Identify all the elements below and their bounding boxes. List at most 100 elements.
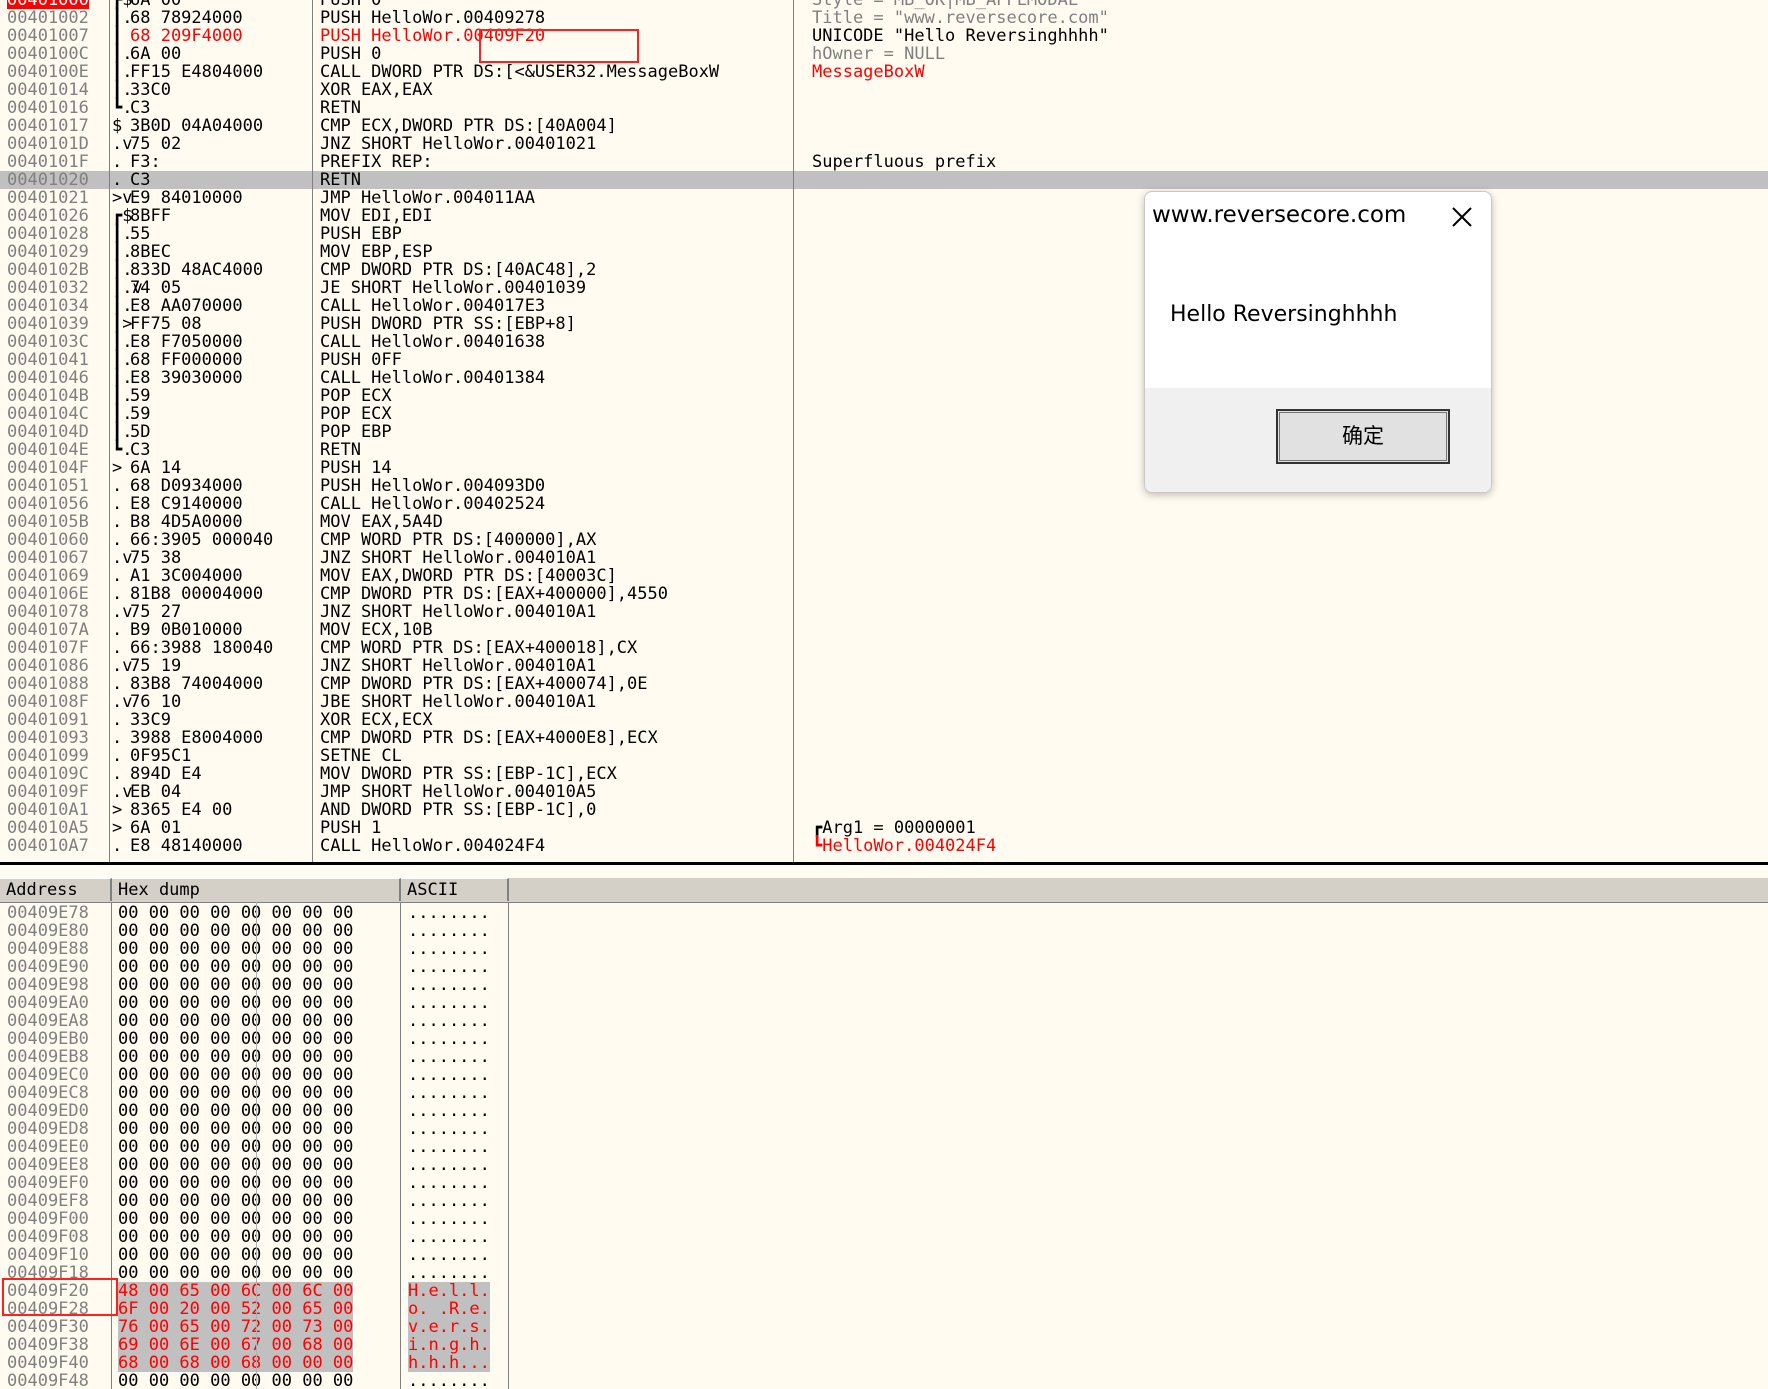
dump-row[interactable]: 00409E90 00 00 00 00 00 00 00 00........ xyxy=(0,958,1768,976)
dump-row[interactable]: 00409F28 6F 00 20 00 52 00 65 00 o. .R.e. xyxy=(0,1300,1768,1318)
close-icon[interactable] xyxy=(1445,200,1479,234)
disasm-row[interactable]: 0040100E ┃. FF15 E4804000 CALL DWORD PTR DS… xyxy=(0,63,1768,81)
disasm-row[interactable]: 0040106E. 81B8 00004000 CMP DWORD PTR DS:[… xyxy=(0,585,1768,603)
dump-row[interactable]: 00409E80 00 00 00 00 00 00 00 00........ xyxy=(0,922,1768,940)
dump-hex: 00 00 00 00 00 00 00 00 xyxy=(118,1227,354,1247)
dump-row[interactable]: 00409ED0 00 00 00 00 00 00 00 00........ xyxy=(0,1102,1768,1120)
header-address[interactable]: Address xyxy=(0,878,112,901)
disasm-hex: 68 D0934000 xyxy=(130,476,243,496)
disasm-row[interactable]: 00401060. 66:3905 000040 CMP WORD PTR DS:[… xyxy=(0,531,1768,549)
disasm-row[interactable]: 0040104F >6A 14 PUSH 14 xyxy=(0,459,1768,477)
disasm-row[interactable]: 0040104D ┃. 5D POP EBP xyxy=(0,423,1768,441)
disasm-address: 00401051 xyxy=(7,476,89,496)
disasm-row[interactable]: 0040101F. F3: PREFIX REP: Superfluous prefi… xyxy=(0,153,1768,171)
disasm-row[interactable]: 0040109C. 894D E4 MOV DWORD PTR SS:[EBP-1C… xyxy=(0,765,1768,783)
disasm-row[interactable]: 0040101D .v 75 02 JNZ SHORT HelloWor.004010… xyxy=(0,135,1768,153)
disasm-row[interactable]: 00401056. E8 C9140000 CALL HelloWor.004025… xyxy=(0,495,1768,513)
dump-row[interactable]: 00409EF0 00 00 00 00 00 00 00 00........ xyxy=(0,1174,1768,1192)
disasm-row[interactable]: 00401086 .v 75 19 JNZ SHORT HelloWor.004010… xyxy=(0,657,1768,675)
disasm-row[interactable]: 00401041 ┃. 68 FF000000 PUSH 0FF xyxy=(0,351,1768,369)
disasm-row[interactable]: 00401032 ┃.v 74 05 JE SHORT HelloWor.004010… xyxy=(0,279,1768,297)
disasm-row[interactable]: 0040103C ┃. E8 F7050000 CALL HelloWor.00401… xyxy=(0,333,1768,351)
dump-hex: 00 00 00 00 00 00 00 00 xyxy=(118,1029,354,1049)
disasm-address: 00401078 xyxy=(7,602,89,622)
disasm-row[interactable]: 00401016 ┗. C3 RETN xyxy=(0,99,1768,117)
dump-row[interactable]: 00409EB8 00 00 00 00 00 00 00 00........ xyxy=(0,1048,1768,1066)
disasm-row[interactable]: 00401088. 83B8 74004000 CMP DWORD PTR DS:[… xyxy=(0,675,1768,693)
dump-row[interactable]: 00409EB0 00 00 00 00 00 00 00 00........ xyxy=(0,1030,1768,1048)
disasm-row[interactable]: 00401093. 3988 E8004000 CMP DWORD PTR DS:[… xyxy=(0,729,1768,747)
hex-dump-pane[interactable]: Address Hex dump ASCII 00409E78 00 00 00 … xyxy=(0,878,1768,1389)
disasm-row[interactable]: 0040109F .v EB 04 JMP SHORT HelloWor.004010… xyxy=(0,783,1768,801)
disasm-row[interactable]: 0040104C ┃. 59 POP ECX xyxy=(0,405,1768,423)
dump-address: 00409ED0 xyxy=(7,1101,89,1121)
disasm-row[interactable]: 00401091. 33C9 XOR ECX,ECX xyxy=(0,711,1768,729)
disasm-row[interactable]: 0040102B ┃. 833D 48AC4000 CMP DWORD PTR DS:… xyxy=(0,261,1768,279)
disasm-row[interactable]: 00401067 .v 75 38 JNZ SHORT HelloWor.004010… xyxy=(0,549,1768,567)
disasm-row[interactable]: 0040105B. B8 4D5A0000 MOV EAX,5A4D xyxy=(0,513,1768,531)
dump-row[interactable]: 00409EE0 00 00 00 00 00 00 00 00........ xyxy=(0,1138,1768,1156)
dump-row[interactable]: 00409E78 00 00 00 00 00 00 00 00........ xyxy=(0,904,1768,922)
dump-row[interactable]: 00409F40 68 00 68 00 68 00 00 00 h.h.h... xyxy=(0,1354,1768,1372)
disasm-row[interactable]: 00401099. 0F95C1 SETNE CL xyxy=(0,747,1768,765)
disasm-address: 0040107F xyxy=(7,638,89,658)
disasm-marker: . xyxy=(112,620,123,640)
dump-row[interactable]: 00409F00 00 00 00 00 00 00 00 00........ xyxy=(0,1210,1768,1228)
dump-row[interactable]: 00409F38 69 00 6E 00 67 00 68 00 i.n.g.h. xyxy=(0,1336,1768,1354)
disasm-row[interactable]: 00401078 .v 75 27 JNZ SHORT HelloWor.004010… xyxy=(0,603,1768,621)
dump-row[interactable]: 00409F08 00 00 00 00 00 00 00 00........ xyxy=(0,1228,1768,1246)
disasm-row[interactable]: 0040107F. 66:3988 180040 CMP WORD PTR DS:[… xyxy=(0,639,1768,657)
dump-row[interactable]: 00409EF8 00 00 00 00 00 00 00 00........ xyxy=(0,1192,1768,1210)
pane-splitter[interactable] xyxy=(0,862,1768,865)
disasm-row[interactable]: 00401021 >v E9 84010000 JMP HelloWor.004011… xyxy=(0,189,1768,207)
dump-row[interactable]: 00409F20 48 00 65 00 6C 00 6C 00 H.e.l.l. xyxy=(0,1282,1768,1300)
disassembly-pane[interactable]: 00401000 ┏$ 6A 00 PUSH 0 Style = MB_OK|MB_AP… xyxy=(0,0,1768,862)
dump-row[interactable]: 00409EA0 00 00 00 00 00 00 00 00........ xyxy=(0,994,1768,1012)
dump-row[interactable]: 00409EE8 00 00 00 00 00 00 00 00........ xyxy=(0,1156,1768,1174)
disasm-row[interactable]: 00401026 ┏$ 8BFF MOV EDI,EDI xyxy=(0,207,1768,225)
disasm-row[interactable]: 0040108F .v 76 10 JBE SHORT HelloWor.004010… xyxy=(0,693,1768,711)
disasm-row[interactable]: 0040104B ┃. 59 POP ECX xyxy=(0,387,1768,405)
disasm-row[interactable]: 00401069. A1 3C004000 MOV EAX,DWORD PTR DS… xyxy=(0,567,1768,585)
header-hex-dump[interactable]: Hex dump xyxy=(112,878,401,901)
header-ascii[interactable]: ASCII xyxy=(401,878,509,901)
disasm-row[interactable]: 00401028 ┃. 55 PUSH EBP xyxy=(0,225,1768,243)
disasm-marker: . xyxy=(112,836,123,856)
dump-row[interactable]: 00409EC8 00 00 00 00 00 00 00 00........ xyxy=(0,1084,1768,1102)
disasm-row[interactable]: 00401039 ┃> FF75 08 PUSH DWORD PTR SS:[EBP+… xyxy=(0,315,1768,333)
dump-hex: 00 00 00 00 00 00 00 00 xyxy=(118,993,354,1013)
dump-row[interactable]: 00409F18 00 00 00 00 00 00 00 00........ xyxy=(0,1264,1768,1282)
disasm-row[interactable]: 00401046 ┃. E8 39030000 CALL HelloWor.00401… xyxy=(0,369,1768,387)
disasm-row[interactable]: 00401007 ┃ 68 209F4000 PUSH HelloWor.00409F… xyxy=(0,27,1768,45)
dump-row[interactable]: 00409E98 00 00 00 00 00 00 00 00........ xyxy=(0,976,1768,994)
dump-row[interactable]: 00409F30 76 00 65 00 72 00 73 00 v.e.r.s. xyxy=(0,1318,1768,1336)
dump-hex: 69 00 6E 00 67 00 68 00 xyxy=(118,1335,354,1355)
disasm-row[interactable]: 004010A5 >6A 01 PUSH 1 ┏Arg1 = 00000001 xyxy=(0,819,1768,837)
disasm-row[interactable]: 00401002 ┃. 68 78924000 PUSH HelloWor.00409… xyxy=(0,9,1768,27)
dump-row[interactable]: 00409EC0 00 00 00 00 00 00 00 00........ xyxy=(0,1066,1768,1084)
disasm-row[interactable]: 00401017 $3B0D 04A04000 CMP ECX,DWORD PTR … xyxy=(0,117,1768,135)
disasm-row[interactable]: 0040100C ┃. 6A 00 PUSH 0 hOwner = NULL xyxy=(0,45,1768,63)
disasm-instruction: MOV EDI,EDI xyxy=(320,206,433,226)
disasm-hex: A1 3C004000 xyxy=(130,566,243,586)
dump-row[interactable]: 00409F10 00 00 00 00 00 00 00 00........ xyxy=(0,1246,1768,1264)
disasm-row[interactable]: 00401029 ┃. 8BEC MOV EBP,ESP xyxy=(0,243,1768,261)
ok-button[interactable]: 确定 xyxy=(1276,409,1450,464)
disasm-row[interactable]: 0040104E ┗. C3 RETN xyxy=(0,441,1768,459)
dump-row[interactable]: 00409F48 00 00 00 00 00 00 00 00........ xyxy=(0,1372,1768,1389)
disasm-row[interactable]: 004010A7. E8 48140000 CALL HelloWor.004024… xyxy=(0,837,1768,855)
dump-row[interactable]: 00409ED8 00 00 00 00 00 00 00 00........ xyxy=(0,1120,1768,1138)
dump-row[interactable]: 00409EA8 00 00 00 00 00 00 00 00........ xyxy=(0,1012,1768,1030)
disasm-row[interactable]: 00401020. C3 RETN xyxy=(0,171,1768,189)
dump-row[interactable]: 00409E88 00 00 00 00 00 00 00 00........ xyxy=(0,940,1768,958)
disasm-address: 004010A7 xyxy=(7,836,89,856)
disasm-row[interactable]: 00401014 ┃. 33C0 XOR EAX,EAX xyxy=(0,81,1768,99)
dump-address: 00409F40 xyxy=(7,1353,89,1373)
disasm-marker: .v xyxy=(112,602,133,622)
disasm-address: 00401039 xyxy=(7,314,89,334)
disasm-marker: . xyxy=(112,584,123,604)
disasm-row[interactable]: 00401034 ┃. E8 AA070000 CALL HelloWor.00401… xyxy=(0,297,1768,315)
disasm-row[interactable]: 0040107A. B9 0B010000 MOV ECX,10B xyxy=(0,621,1768,639)
disasm-row[interactable]: 004010A1 >8365 E4 00 AND DWORD PTR SS:[EBP… xyxy=(0,801,1768,819)
disasm-row[interactable]: 00401051. 68 D0934000 PUSH HelloWor.004093… xyxy=(0,477,1768,495)
